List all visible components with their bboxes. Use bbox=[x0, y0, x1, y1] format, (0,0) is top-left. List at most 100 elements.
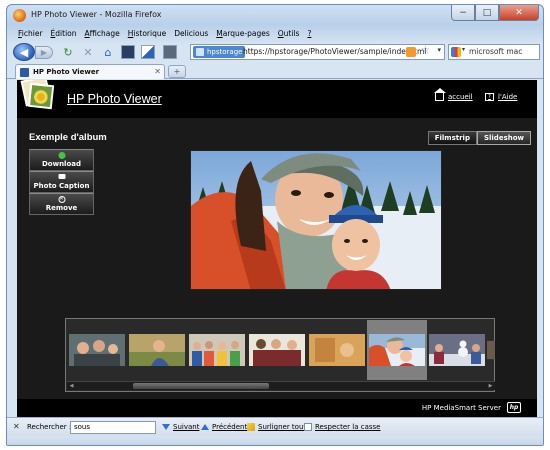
album-title: Exemple d'album bbox=[29, 132, 107, 143]
app-title-link[interactable]: HP Photo Viewer bbox=[67, 92, 162, 106]
menu-delicious[interactable]: Delicious bbox=[171, 27, 213, 41]
scroll-right-icon[interactable]: ▶ bbox=[486, 382, 495, 390]
download-icon bbox=[58, 152, 65, 159]
match-case-checkbox[interactable] bbox=[304, 423, 312, 431]
find-next-label: Suivant bbox=[173, 423, 200, 431]
search-box[interactable]: ▾ microsoft mac bbox=[448, 44, 540, 60]
highlighter-icon bbox=[247, 423, 255, 431]
scroll-left-icon[interactable]: ◀ bbox=[67, 382, 76, 390]
help-icon: ? bbox=[485, 93, 494, 101]
thumbnail-7-image bbox=[429, 334, 485, 366]
url-text[interactable]: https://hpstorage/PhotoViewer/sample/ind… bbox=[243, 47, 426, 56]
filmstrip-button[interactable]: Filmstrip bbox=[427, 131, 477, 145]
toolbar-icon-1[interactable] bbox=[121, 45, 135, 59]
menu-edition[interactable]: Édition bbox=[48, 27, 82, 41]
search-engine-dropdown-icon[interactable]: ▾ bbox=[462, 46, 465, 53]
back-button[interactable]: ◀ bbox=[13, 43, 35, 61]
thumbnail-1[interactable] bbox=[67, 320, 127, 380]
tab-favicon-icon bbox=[20, 68, 29, 77]
app-header: HP Photo Viewer accueil ? l'Aide bbox=[17, 80, 537, 118]
main-photo[interactable] bbox=[190, 150, 442, 290]
logo-photo-flower bbox=[27, 82, 55, 110]
thumbnail-6-image bbox=[369, 334, 425, 366]
caption-icon bbox=[58, 174, 65, 179]
menu-marque-pages[interactable]: Marque-pages bbox=[213, 27, 275, 41]
toolbar-icon-2[interactable] bbox=[141, 45, 155, 59]
site-identity-badge[interactable]: hpstorage bbox=[193, 46, 246, 58]
thumbnail-1-image bbox=[69, 334, 125, 366]
find-previous-button[interactable]: Précédent bbox=[201, 423, 247, 431]
close-button[interactable]: ✕ bbox=[499, 5, 539, 21]
home-icon[interactable]: ⌂ bbox=[101, 45, 115, 59]
google-icon[interactable] bbox=[451, 47, 461, 57]
minimize-button[interactable]: − bbox=[451, 5, 475, 21]
thumbnail-2-image bbox=[129, 334, 185, 366]
thumbnail-2[interactable] bbox=[127, 320, 187, 380]
main-photo-image bbox=[191, 151, 441, 289]
stop-icon[interactable]: ✕ bbox=[81, 45, 95, 59]
house-icon bbox=[434, 88, 446, 101]
tab-bar: HP Photo Viewer ✕ + bbox=[7, 63, 543, 79]
filmstrip-scrollbar[interactable]: ◀ ▶ bbox=[67, 381, 495, 390]
scrollbar-thumb[interactable] bbox=[133, 383, 269, 389]
thumbnail-5[interactable] bbox=[307, 320, 367, 380]
reload-icon[interactable]: ↻ bbox=[61, 45, 75, 59]
thumbnail-4-image bbox=[249, 334, 305, 366]
menu-affichage[interactable]: Affichage bbox=[82, 27, 125, 41]
menu-historique[interactable]: Historique bbox=[125, 27, 171, 41]
thumbnail-4[interactable] bbox=[247, 320, 307, 380]
remove-button[interactable]: ✕ Remove bbox=[29, 193, 94, 215]
thumbnail-6-selected[interactable] bbox=[367, 320, 427, 380]
title-bar: HP Photo Viewer - Mozilla Firefox − □ ✕ bbox=[7, 5, 543, 27]
help-link[interactable]: ? l'Aide bbox=[485, 93, 517, 101]
find-close-button[interactable]: ✕ bbox=[13, 422, 20, 431]
help-link-label: l'Aide bbox=[498, 93, 518, 101]
browser-window: HP Photo Viewer - Mozilla Firefox − □ ✕ … bbox=[6, 4, 544, 446]
match-case-option[interactable]: Respecter la casse bbox=[304, 423, 380, 431]
back-arrow-icon: ◀ bbox=[19, 45, 29, 59]
download-label: Download bbox=[41, 160, 81, 168]
bookmark-star-icon[interactable]: ☆ bbox=[421, 45, 430, 56]
find-previous-label: Précédent bbox=[212, 423, 248, 431]
new-tab-button[interactable]: + bbox=[168, 65, 186, 78]
photo-caption-label: Photo Caption bbox=[33, 182, 90, 190]
thumbnail-5-image bbox=[309, 334, 365, 366]
find-next-button[interactable]: Suivant bbox=[162, 423, 199, 431]
photo-viewer-page: HP Photo Viewer accueil ? l'Aide Exemple… bbox=[17, 80, 537, 417]
menu-fichier[interactable]: Fichier bbox=[15, 27, 48, 41]
photo-caption-button[interactable]: Photo Caption bbox=[29, 171, 94, 193]
highlight-all-button[interactable]: Surligner tout bbox=[247, 423, 306, 431]
download-button[interactable]: Download bbox=[29, 149, 94, 171]
forward-arrow-icon: ▶ bbox=[40, 48, 48, 57]
highlight-all-label: Surligner tout bbox=[258, 423, 307, 431]
menu-outils[interactable]: Outils bbox=[275, 27, 305, 41]
home-link[interactable]: accueil bbox=[434, 88, 473, 101]
firefox-icon bbox=[13, 9, 26, 22]
thumbnail-7[interactable] bbox=[427, 320, 487, 380]
thumbnail-8-image bbox=[487, 340, 495, 360]
rss-icon[interactable] bbox=[406, 47, 416, 57]
maximize-button[interactable]: □ bbox=[475, 5, 499, 21]
url-bar[interactable]: hpstorage https://hpstorage/PhotoViewer/… bbox=[190, 44, 445, 60]
menu-help[interactable]: ? bbox=[304, 27, 316, 41]
arrow-down-icon bbox=[162, 424, 170, 430]
window-controls: − □ ✕ bbox=[451, 5, 539, 21]
remove-label: Remove bbox=[45, 204, 78, 212]
thumbnail-3-image bbox=[189, 334, 245, 366]
search-input[interactable]: microsoft mac bbox=[469, 47, 522, 56]
slideshow-button[interactable]: Slideshow bbox=[476, 131, 531, 145]
thumbnail-8-partial[interactable] bbox=[487, 320, 495, 380]
forward-button[interactable]: ▶ bbox=[35, 46, 53, 59]
status-bar bbox=[7, 436, 543, 445]
url-dropdown-icon[interactable]: ▾ bbox=[437, 46, 441, 54]
remove-icon: ✕ bbox=[58, 196, 65, 203]
find-input[interactable]: sous bbox=[70, 421, 156, 434]
thumbnail-3[interactable] bbox=[187, 320, 247, 380]
tab-close-icon[interactable]: ✕ bbox=[154, 67, 161, 76]
find-label: Rechercher : bbox=[27, 423, 72, 431]
home-link-label: accueil bbox=[448, 93, 473, 101]
tab-hp-photo-viewer[interactable]: HP Photo Viewer ✕ bbox=[15, 64, 165, 79]
hp-logo-icon: hp bbox=[507, 402, 521, 413]
toolbar-icon-3[interactable] bbox=[163, 45, 177, 59]
footer-text: HP MediaSmart Server bbox=[421, 404, 501, 412]
